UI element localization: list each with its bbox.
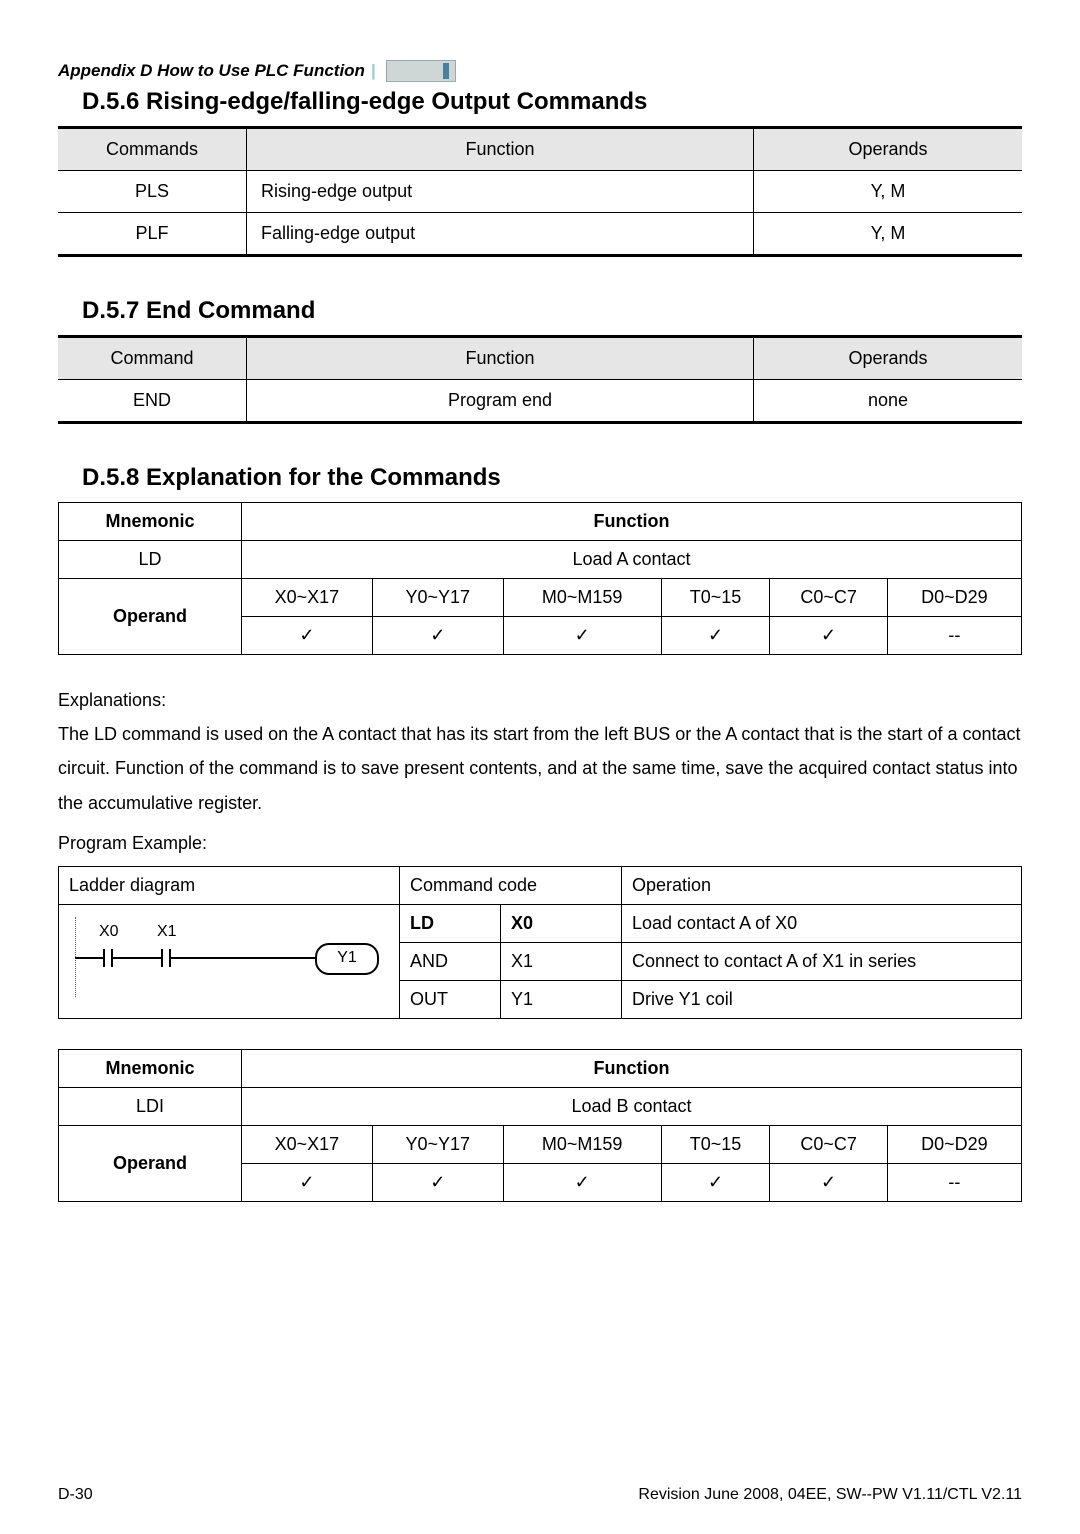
table-row: PLS Rising-edge output Y, M [58, 171, 1022, 213]
page-number: D-30 [58, 1486, 93, 1504]
check-icon: ✓ [242, 617, 373, 655]
appendix-header: Appendix D How to Use PLC Function | [58, 60, 1022, 82]
section-d58-title: D.5.8 Explanation for the Commands [82, 464, 1022, 492]
ladder-label-x1: X1 [157, 923, 177, 941]
ladder-diagram: X0 X1 Y1 [69, 917, 389, 997]
check-icon: ✓ [770, 1163, 887, 1201]
th-commands: Commands [58, 128, 247, 171]
ladder-label-x0: X0 [99, 923, 119, 941]
appendix-text: Appendix D How to Use PLC Function [58, 61, 365, 81]
th-function: Function [247, 128, 754, 171]
check-icon: ✓ [372, 617, 503, 655]
dash: -- [887, 1163, 1021, 1201]
th-function: Function [247, 337, 754, 380]
th-operation: Operation [622, 866, 1022, 904]
dash: -- [887, 617, 1021, 655]
th-ladder: Ladder diagram [59, 866, 400, 904]
ladder-diagram-cell: X0 X1 Y1 [59, 904, 400, 1018]
program-example-label: Program Example: [58, 826, 1022, 860]
check-icon: ✓ [503, 617, 661, 655]
check-icon: ✓ [661, 1163, 770, 1201]
operand-label: Operand [59, 1125, 242, 1201]
page-footer: D-30 Revision June 2008, 04EE, SW--PW V1… [58, 1486, 1022, 1504]
th-command-code: Command code [400, 866, 622, 904]
check-icon: ✓ [242, 1163, 373, 1201]
function-value: Load A contact [242, 541, 1022, 579]
function-value: Load B contact [242, 1087, 1022, 1125]
function-label: Function [242, 1049, 1022, 1087]
check-icon: ✓ [661, 617, 770, 655]
th-operands: Operands [754, 337, 1023, 380]
th-command: Command [58, 337, 247, 380]
program-example-table: Ladder diagram Command code Operation X0… [58, 866, 1022, 1019]
divider-bar: | [371, 61, 376, 81]
mnemonic-value: LDI [59, 1087, 242, 1125]
table-d57: Command Function Operands END Program en… [58, 335, 1022, 424]
mnemonic-value: LD [59, 541, 242, 579]
vfd-logo-icon [386, 60, 456, 82]
th-operands: Operands [754, 128, 1023, 171]
ldi-operand-table: Mnemonic Function LDI Load B contact Ope… [58, 1049, 1022, 1202]
function-label: Function [242, 503, 1022, 541]
section-d57-title: D.5.7 End Command [82, 297, 1022, 325]
ladder-coil-y1: Y1 [315, 943, 379, 975]
section-d56-title: D.5.6 Rising-edge/falling-edge Output Co… [82, 88, 1022, 116]
check-icon: ✓ [770, 617, 887, 655]
revision-text: Revision June 2008, 04EE, SW--PW V1.11/C… [638, 1486, 1022, 1504]
check-icon: ✓ [503, 1163, 661, 1201]
mnemonic-label: Mnemonic [59, 503, 242, 541]
explanations-block: Explanations: The LD command is used on … [58, 683, 1022, 860]
explanations-text: The LD command is used on the A contact … [58, 717, 1022, 820]
ld-operand-table: Mnemonic Function LD Load A contact Oper… [58, 502, 1022, 655]
check-icon: ✓ [372, 1163, 503, 1201]
explanations-label: Explanations: [58, 683, 1022, 717]
mnemonic-label: Mnemonic [59, 1049, 242, 1087]
table-row: END Program end none [58, 380, 1022, 423]
table-row: PLF Falling-edge output Y, M [58, 213, 1022, 256]
table-d56: Commands Function Operands PLS Rising-ed… [58, 126, 1022, 257]
operand-label: Operand [59, 579, 242, 655]
